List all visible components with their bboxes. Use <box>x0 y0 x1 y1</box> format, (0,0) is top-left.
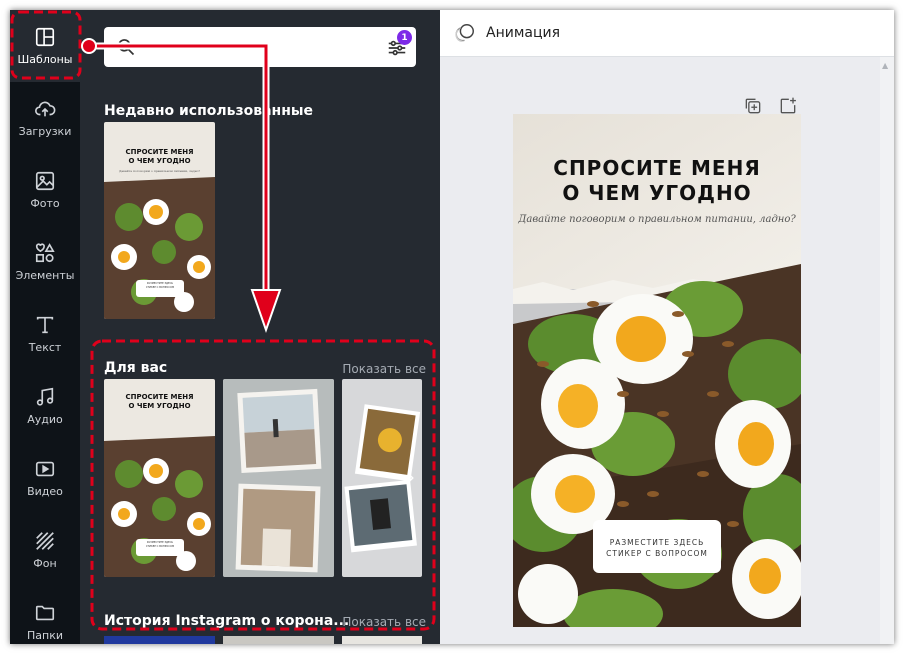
sidebar-item-label: Шаблоны <box>17 53 73 66</box>
template-thumbnail-food[interactable]: СПРОСИТЕ МЕНЯ О ЧЕМ УГОДНО РАЗМЕСТИТЕ ЗДЕ… <box>104 379 215 577</box>
search-input[interactable] <box>142 27 376 69</box>
background-pattern-icon <box>36 532 54 550</box>
design-page[interactable]: СПРОСИТЕ МЕНЯ О ЧЕМ УГОДНО Давайте погово… <box>513 114 801 627</box>
template-thumbnail-beach[interactable] <box>223 379 334 577</box>
sidebar-item-templates[interactable]: Шаблоны <box>10 10 80 82</box>
search-box[interactable]: 1 <box>104 27 416 69</box>
design-sticker-placeholder[interactable]: РАЗМЕСТИТЕ ЗДЕСЬ СТИКЕР С ВОПРОСОМ <box>593 537 721 559</box>
template-thumbnail-partial[interactable] <box>223 636 334 644</box>
editor-toolbar: Анимация <box>440 10 894 57</box>
template-title-text: СПРОСИТЕ МЕНЯ О ЧЕМ УГОДНО <box>125 393 194 410</box>
sidebar-item-text[interactable]: Текст <box>10 298 80 370</box>
sidebar-item-elements[interactable]: Элементы <box>10 226 80 298</box>
animation-button[interactable]: Анимация <box>454 21 560 45</box>
vertical-scrollbar[interactable]: ▲ <box>880 57 894 644</box>
sidebar: Шаблоны Загрузки Фото Элементы Текст Ауд… <box>10 10 80 644</box>
sidebar-item-label: Текст <box>28 341 62 354</box>
upload-cloud-icon <box>35 101 56 117</box>
sidebar-item-label: Видео <box>27 485 63 498</box>
search-icon <box>118 39 135 56</box>
elements-icon <box>35 243 55 263</box>
sidebar-item-folders[interactable]: Папки <box>10 586 80 644</box>
template-subtitle-text: Давайте поговорим о правильном питании, … <box>118 169 201 173</box>
animation-icon <box>455 24 474 42</box>
app-window: Шаблоны Загрузки Фото Элементы Текст Ауд… <box>10 10 894 644</box>
show-all-link-for-you[interactable]: Показать все <box>342 362 426 376</box>
folder-icon <box>35 605 55 621</box>
music-note-icon <box>36 387 54 406</box>
photo-icon <box>35 171 55 191</box>
section-title-for-you: Для вас <box>104 360 168 376</box>
template-thumbnail-partial[interactable] <box>342 636 422 644</box>
templates-panel: 1 Недавно использованные СПРОСИТЕ МЕНЯ О … <box>80 10 440 644</box>
animation-label: Анимация <box>486 25 561 41</box>
sidebar-item-label: Аудио <box>27 413 63 426</box>
sidebar-item-audio[interactable]: Аудио <box>10 370 80 442</box>
beach-template-preview <box>223 379 334 577</box>
video-icon <box>35 461 55 477</box>
template-sticker-text: РАЗМЕСТИТЕ ЗДЕСЬ СТИКЕР С ВОПРОСОМ <box>145 541 175 548</box>
sidebar-item-label: Фон <box>33 557 57 570</box>
design-title[interactable]: СПРОСИТЕ МЕНЯ О ЧЕМ УГОДНО <box>513 156 801 206</box>
show-all-link-instagram[interactable]: Показать все <box>342 615 426 629</box>
template-thumbnail-recent[interactable]: СПРОСИТЕ МЕНЯ О ЧЕМ УГОДНО Давайте погово… <box>104 122 215 319</box>
add-page-icon[interactable] <box>778 96 798 116</box>
template-sticker-text: РАЗМЕСТИТЕ ЗДЕСЬ СТИКЕР С ВОПРОСОМ <box>145 282 175 289</box>
template-title-text: СПРОСИТЕ МЕНЯ О ЧЕМ УГОДНО <box>125 148 194 165</box>
sidebar-item-video[interactable]: Видео <box>10 442 80 514</box>
sidebar-item-label: Загрузки <box>18 125 72 138</box>
section-title-instagram: История Instagram о корона... <box>104 613 350 629</box>
filter-count-badge: 1 <box>397 30 412 45</box>
text-icon <box>36 316 54 334</box>
template-thumbnail-partial[interactable] <box>104 636 215 644</box>
section-title-recent: Недавно использованные <box>104 103 314 119</box>
sidebar-item-photos[interactable]: Фото <box>10 154 80 226</box>
sidebar-item-background[interactable]: Фон <box>10 514 80 586</box>
sidebar-item-label: Папки <box>27 629 63 642</box>
design-subtitle[interactable]: Давайте поговорим о правильном питании, … <box>513 214 801 225</box>
sidebar-item-label: Элементы <box>15 269 75 282</box>
sidebar-item-uploads[interactable]: Загрузки <box>10 82 80 154</box>
chevron-right-icon: › <box>407 465 415 489</box>
carousel-next-button[interactable]: › <box>400 462 422 492</box>
templates-icon <box>35 27 55 47</box>
sidebar-item-label: Фото <box>30 197 60 210</box>
duplicate-page-icon[interactable] <box>743 96 763 116</box>
scroll-up-arrow-icon[interactable]: ▲ <box>882 61 888 70</box>
